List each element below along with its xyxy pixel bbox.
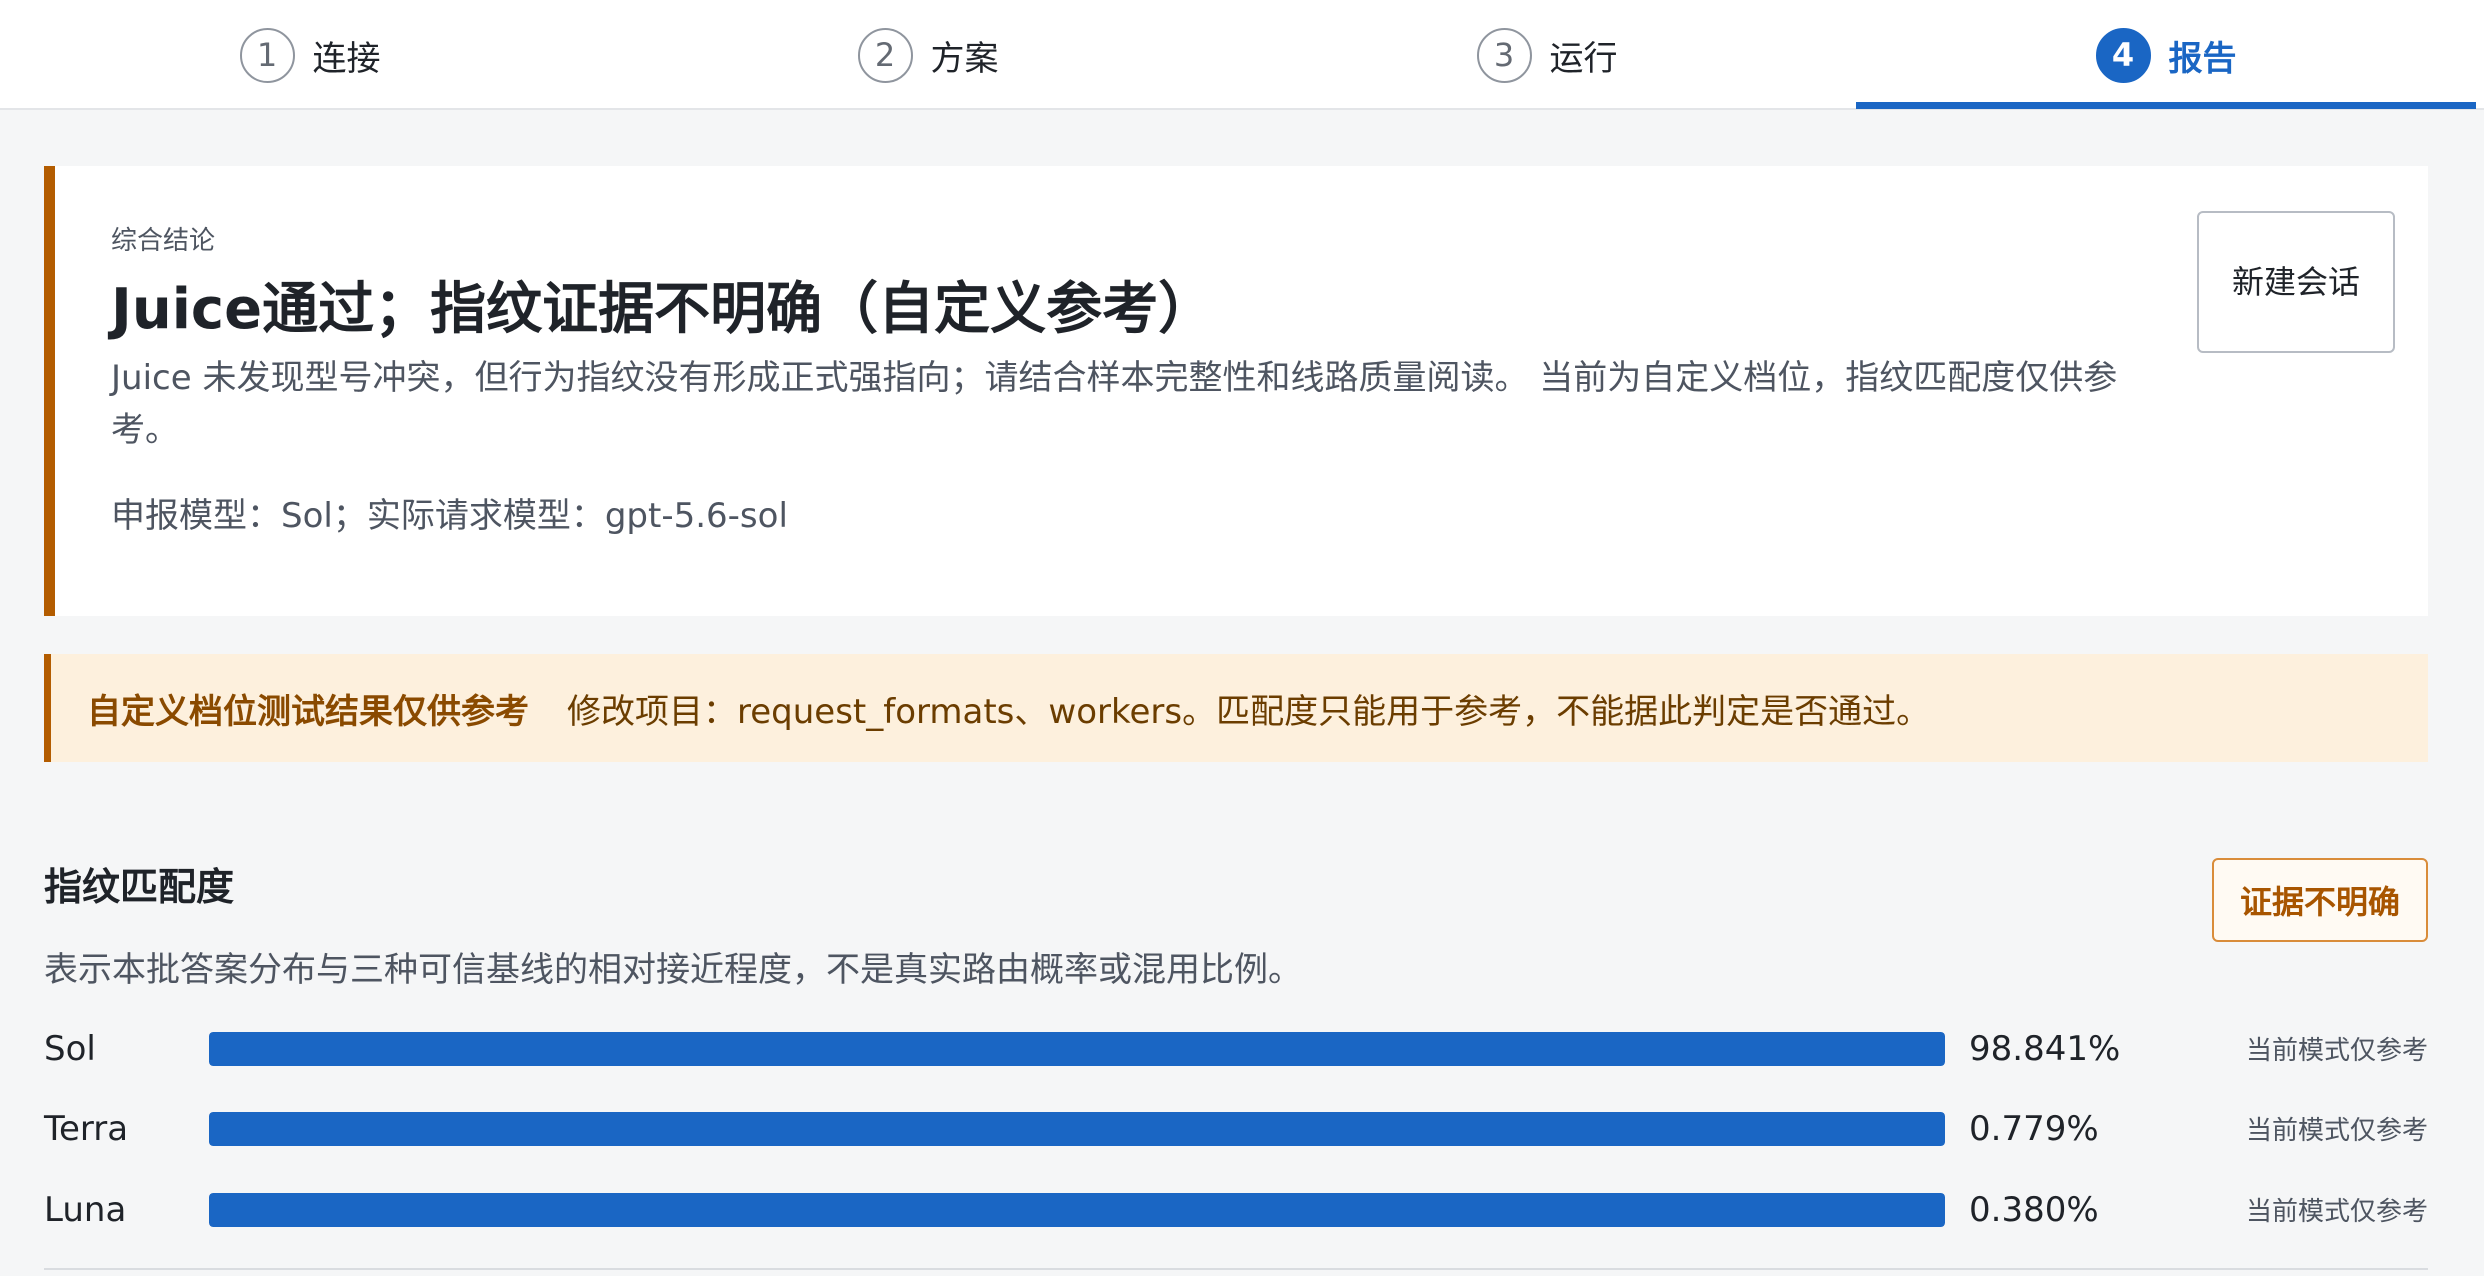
step-report[interactable]: 4 报告: [1856, 0, 2476, 110]
step-number: 4: [2095, 27, 2151, 83]
baseline-name: Luna: [44, 1190, 127, 1230]
match-percent: 0.779%: [1969, 1109, 2099, 1149]
summary-card: 综合结论 Juice通过；指纹证据不明确（自定义参考） Juice 未发现型号冲…: [44, 166, 2428, 616]
step-number: 1: [239, 27, 295, 83]
new-session-button[interactable]: 新建会话: [2197, 211, 2395, 353]
fingerprint-row-sol: Sol 98.841% 当前模式仅参考: [44, 1029, 2428, 1069]
model-info: 申报模型：Sol；实际请求模型：gpt-5.6-sol: [111, 496, 788, 536]
match-bar-track: [209, 1193, 1945, 1227]
step-number: 2: [857, 27, 913, 83]
match-bar-fill: [209, 1032, 1945, 1066]
step-run[interactable]: 3 运行: [1237, 0, 1857, 110]
step-plan[interactable]: 2 方案: [618, 0, 1238, 110]
match-bar-track: [209, 1032, 1945, 1066]
summary-eyebrow: 综合结论: [111, 226, 216, 256]
mode-note: 当前模式仅参考: [2245, 1036, 2428, 1066]
notice-text: 修改项目：request_formats、workers。匹配度只能用于参考，不…: [567, 691, 1931, 732]
step-label: 运行: [1549, 38, 1618, 79]
mode-note: 当前模式仅参考: [2245, 1197, 2428, 1227]
step-label: 方案: [930, 38, 999, 79]
fingerprint-row-terra: Terra 0.779% 当前模式仅参考: [44, 1109, 2428, 1149]
match-bar-track: [209, 1112, 1945, 1146]
evidence-status-badge: 证据不明确: [2212, 858, 2428, 942]
step-number: 3: [1476, 27, 1532, 83]
summary-description: Juice 未发现型号冲突，但行为指纹没有形成正式强指向；请结合样本完整性和线路…: [111, 358, 2118, 450]
baseline-name: Sol: [44, 1029, 96, 1069]
section-divider: [44, 1268, 2428, 1270]
mode-note: 当前模式仅参考: [2245, 1116, 2428, 1146]
stepper: 1 连接 2 方案 3 运行 4 报告: [0, 0, 2484, 110]
baseline-name: Terra: [44, 1109, 129, 1149]
fingerprint-title: 指纹匹配度: [44, 865, 235, 909]
fingerprint-row-luna: Luna 0.380% 当前模式仅参考: [44, 1190, 2428, 1230]
step-label: 连接: [312, 38, 381, 79]
match-bar-fill: [209, 1112, 1945, 1146]
step-label: 报告: [2168, 38, 2237, 79]
match-percent: 0.380%: [1969, 1190, 2099, 1230]
active-step-indicator: [1856, 102, 2476, 109]
step-connect[interactable]: 1 连接: [0, 0, 620, 110]
fingerprint-description: 表示本批答案分布与三种可信基线的相对接近程度，不是真实路由概率或混用比例。: [44, 950, 1302, 990]
custom-profile-notice: 自定义档位测试结果仅供参考 修改项目：request_formats、worke…: [44, 654, 2428, 762]
match-bar-fill: [209, 1193, 1945, 1227]
match-percent: 98.841%: [1969, 1029, 2121, 1069]
summary-title: Juice通过；指纹证据不明确（自定义参考）: [111, 277, 1215, 342]
notice-title: 自定义档位测试结果仅供参考: [87, 691, 529, 732]
